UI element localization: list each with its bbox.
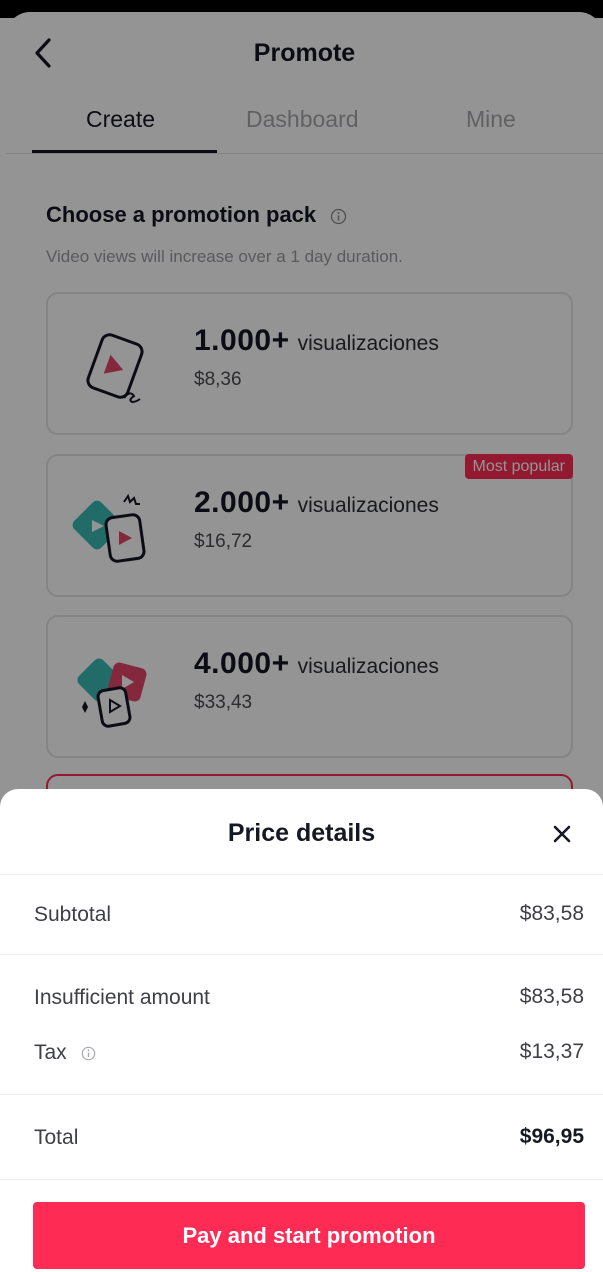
total-value: $96,95 [519, 1125, 584, 1148]
price-details-sheet: Price details Subtotal $83,58 Insufficie… [0, 789, 603, 1272]
insufficient-amount-value: $83,58 [519, 985, 584, 1008]
divider [0, 1179, 603, 1180]
total-label: Total [34, 1126, 79, 1149]
insufficient-amount-label: Insufficient amount [34, 986, 210, 1009]
info-icon[interactable] [81, 1046, 96, 1061]
sheet-title: Price details [227, 819, 376, 847]
divider [0, 954, 603, 955]
close-icon[interactable] [550, 822, 574, 846]
pay-and-start-promotion-button[interactable]: Pay and start promotion [33, 1202, 585, 1269]
tax-value: $13,37 [519, 1040, 584, 1063]
divider [0, 1094, 603, 1095]
tax-label-text: Tax [34, 1041, 67, 1064]
tax-label: Tax [34, 1041, 96, 1065]
subtotal-value: $83,58 [519, 902, 584, 925]
subtotal-label: Subtotal [34, 903, 112, 926]
divider [0, 874, 603, 875]
